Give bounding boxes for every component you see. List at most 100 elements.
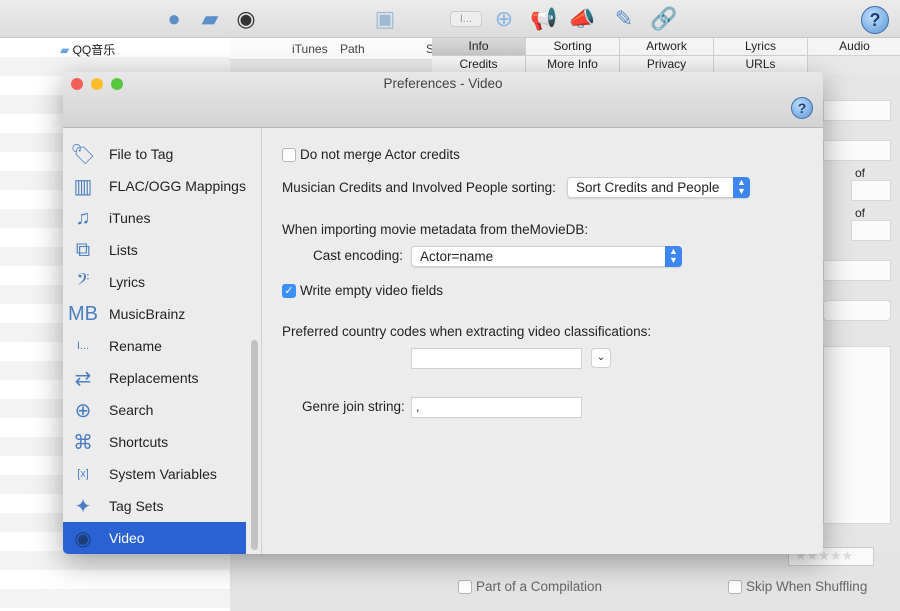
music-note-icon: ♫ — [75, 206, 91, 229]
track-total-field[interactable] — [851, 180, 891, 201]
column-itunes[interactable]: iTunes — [292, 42, 328, 56]
bass-clef-icon: 𝄢 — [76, 270, 90, 293]
stepper-arrows-icon: ▲ ▼ — [665, 246, 682, 267]
folder-icon[interactable]: ▰ — [196, 6, 224, 32]
link-icon[interactable]: 🔗 — [650, 6, 678, 32]
sidebar-item-search[interactable]: ⊕ Search — [63, 394, 246, 426]
variables-icon: [x] — [77, 468, 89, 480]
sidebar-item-label: Shortcuts — [109, 434, 169, 450]
sidebar-item-label: FLAC/OGG Mappings — [109, 178, 246, 194]
sidebar-item-label: Search — [109, 402, 154, 418]
musician-sort-label: Musician Credits and Involved People sor… — [282, 180, 556, 195]
skip-shuffling-checkbox[interactable] — [728, 580, 742, 594]
rename-icon[interactable]: I... — [450, 11, 482, 27]
chevron-down-icon: ⌄ — [596, 352, 606, 363]
megaphone-edit-icon[interactable]: 📣 — [568, 6, 596, 32]
cast-encoding-label: Cast encoding: — [313, 248, 404, 263]
tag-editor-panel: of of — [823, 74, 900, 554]
puzzle-icon: ✦ — [74, 495, 92, 518]
sidebar-item-flac-ogg-mappings[interactable]: ▥ FLAC/OGG Mappings — [63, 170, 246, 202]
globe-icon[interactable]: ● — [160, 6, 188, 32]
tag-field[interactable] — [823, 100, 891, 121]
disc-total-field[interactable] — [851, 220, 891, 241]
sidebar-item-lists[interactable]: ⧉ Lists — [63, 234, 246, 266]
main-toolbar: ● ▰ ◉ ▣ I... ⊕ 📢 📣 ✎ 🔗 ? — [0, 0, 900, 38]
sidebar-item-replacements[interactable]: ⇄ Replacements — [63, 362, 246, 394]
sidebar-item-label: Lyrics — [109, 274, 146, 290]
sidebar-scrollbar[interactable] — [251, 340, 258, 550]
command-icon: ⌘ — [73, 431, 93, 454]
bottom-options: ★★★★★ Part of a Compilation Skip When Sh… — [230, 547, 900, 611]
sidebar-item-label: Rename — [109, 338, 162, 354]
country-codes-dropdown-button[interactable]: ⌄ — [591, 348, 611, 368]
no-merge-actor-checkbox[interactable] — [282, 148, 296, 162]
cast-encoding-select[interactable]: Actor=name ▲ ▼ — [411, 246, 682, 267]
preferences-dialog: Preferences - Video ? 🏷 File to Tag ▥ FLAC/… — [63, 72, 823, 554]
tag-field[interactable] — [823, 260, 891, 281]
cd-icon[interactable]: ◉ — [232, 6, 260, 32]
dialog-title: Preferences - Video — [383, 76, 503, 91]
sidebar-item-label: iTunes — [109, 210, 151, 226]
tab-info[interactable]: Info — [432, 38, 526, 56]
sidebar-item-label: File to Tag — [109, 146, 174, 162]
search-icon: ⊕ — [74, 399, 92, 422]
megaphone-icon[interactable]: 📢 — [530, 6, 558, 32]
rename-icon: I... — [76, 340, 90, 352]
sidebar-item-musicbrainz[interactable]: MB MusicBrainz — [63, 298, 246, 330]
pencil-icon[interactable]: ✎ — [610, 6, 638, 32]
musician-sort-select[interactable]: Sort Credits and People ▲ ▼ — [567, 177, 750, 198]
of-label: of — [855, 206, 866, 220]
sidebar-item-label: Replacements — [109, 370, 199, 386]
column-header: iTunes Path S — [230, 38, 434, 60]
tab-lyrics[interactable]: Lyrics — [714, 38, 808, 56]
sidebar-item-label: Video — [109, 530, 145, 546]
genre-join-field[interactable]: , — [411, 397, 582, 418]
help-icon[interactable]: ? — [861, 6, 889, 34]
musicbrainz-icon: MB — [68, 302, 98, 325]
tab-artwork[interactable]: Artwork — [620, 38, 714, 56]
sidebar-item-rename[interactable]: I... Rename — [63, 330, 246, 362]
skip-shuffling-label: Skip When Shuffling — [746, 579, 868, 594]
sidebar-item-itunes[interactable]: ♫ iTunes — [63, 202, 246, 234]
country-codes-field[interactable] — [411, 348, 582, 369]
sidebar-item-label: MusicBrainz — [109, 306, 186, 322]
tab-audio[interactable]: Audio — [808, 38, 900, 56]
sidebar-item-file-to-tag[interactable]: 🏷 File to Tag — [63, 138, 246, 170]
compilation-checkbox[interactable] — [458, 580, 472, 594]
sidebar-item-label: Lists — [109, 242, 138, 258]
country-codes-label: Preferred country codes when extracting … — [282, 324, 652, 339]
column-path[interactable]: Path — [340, 42, 365, 56]
arrows-swap-icon: ⇄ — [74, 367, 92, 390]
comment-field[interactable] — [823, 346, 891, 524]
no-merge-actor-label: Do not merge Actor credits — [300, 147, 460, 162]
equalizer-icon: ▥ — [73, 175, 93, 198]
write-empty-label: Write empty video fields — [300, 283, 444, 298]
preferences-sidebar: 🏷 File to Tag ▥ FLAC/OGG Mappings ♫ iTunes ⧉ Li… — [63, 128, 262, 554]
sidebar-item-system-variables[interactable]: [x] System Variables — [63, 458, 246, 490]
sidebar-item-label: System Variables — [109, 466, 217, 482]
write-empty-checkbox[interactable]: ✓ — [282, 284, 296, 298]
tab-sorting[interactable]: Sorting — [526, 38, 620, 56]
sidebar-item-lyrics[interactable]: 𝄢 Lyrics — [63, 266, 246, 298]
help-icon[interactable]: ? — [791, 97, 813, 119]
save-icon[interactable]: ▣ — [371, 6, 399, 32]
tag-field[interactable] — [823, 140, 891, 161]
genre-join-label: Genre join string: — [302, 399, 405, 414]
camera-icon: ◉ — [74, 527, 92, 550]
file-tag-icon: 🏷 — [70, 143, 96, 166]
folder-icon: ▰ — [60, 43, 70, 57]
sidebar-item-tag-sets[interactable]: ✦ Tag Sets — [63, 490, 246, 522]
lists-icon: ⧉ — [75, 238, 91, 261]
folder-item[interactable]: ▰ QQ音乐 — [60, 41, 115, 58]
sidebar-item-video[interactable]: ◉ Video — [63, 522, 246, 554]
sidebar-item-label: Tag Sets — [109, 498, 164, 514]
sidebar-item-partial[interactable] — [63, 128, 246, 132]
sidebar-item-shortcuts[interactable]: ⌘ Shortcuts — [63, 426, 246, 458]
title-bar: Preferences - Video ? — [63, 72, 823, 128]
compilation-label: Part of a Compilation — [476, 579, 603, 594]
search-icon[interactable]: ⊕ — [490, 6, 518, 32]
genre-combo[interactable] — [823, 300, 891, 321]
tag-tabs: Info Sorting Artwork Lyrics Audio Credit… — [432, 38, 900, 74]
of-label: of — [855, 166, 866, 180]
stepper-arrows-icon: ▲ ▼ — [733, 177, 750, 198]
